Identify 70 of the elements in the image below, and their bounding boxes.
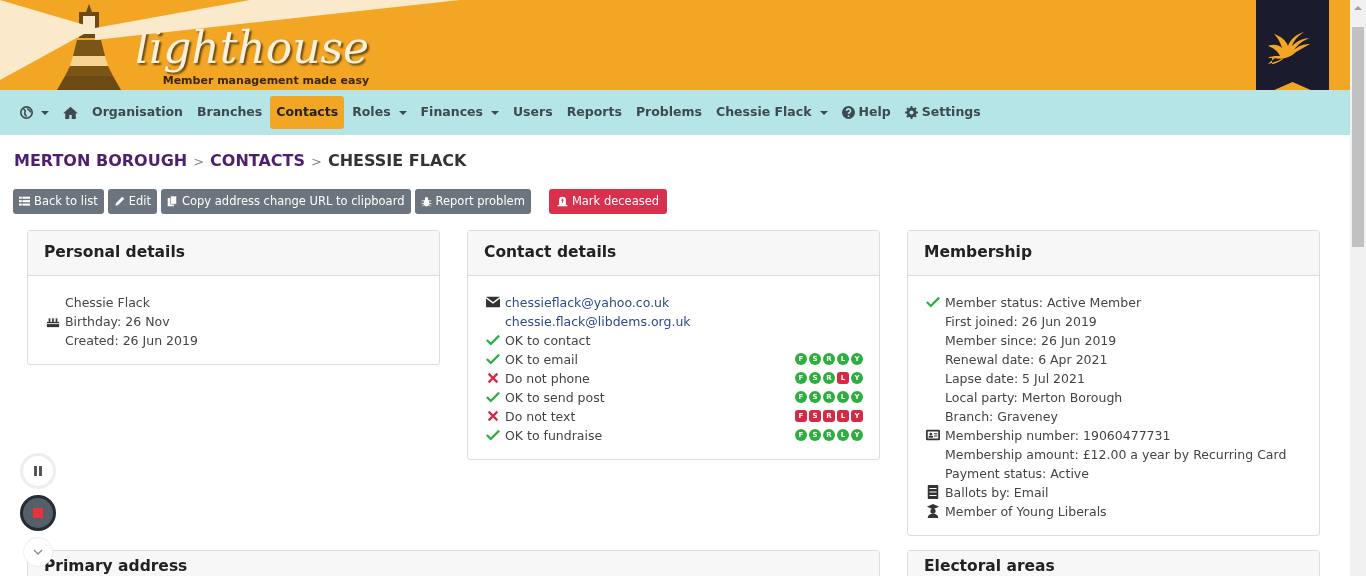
copy-button[interactable]: Copy address change URL to clipboard [160, 189, 411, 215]
preference-text: OK to email [505, 350, 578, 369]
preference-text: OK to fundraise [505, 426, 603, 445]
chevron-down-icon [33, 549, 43, 555]
stop-icon [33, 508, 43, 518]
nav-link[interactable]: Contacts [270, 96, 345, 129]
detail-text: First joined: 26 Jun 2019 [945, 312, 1097, 331]
bug-icon [420, 196, 432, 208]
logo-title: lighthouse [135, 23, 370, 74]
settings-link[interactable]: Settings [898, 96, 987, 129]
logo-tagline: Member management made easy [162, 73, 370, 87]
detail-text: Payment status: Active [945, 464, 1089, 483]
graduate-icon [926, 504, 940, 518]
detail-text: Membership number: 19060477731 [945, 426, 1171, 445]
pause-icon [34, 466, 42, 476]
tombstone-icon [556, 196, 568, 208]
help-icon [841, 106, 855, 119]
detail-text: Membership amount: £12.00 a year by Recurring Card [945, 445, 1287, 464]
detail-text: Member of Young Liberals [945, 502, 1107, 521]
card-header: Membership [908, 231, 1319, 276]
copy-icon [166, 196, 178, 208]
detail-text: Created: 26 Jun 2019 [65, 331, 198, 350]
card-header: Electoral areas [908, 550, 1319, 576]
home-icon [63, 106, 78, 119]
detail-text: Member status: Active Member [945, 293, 1142, 312]
breadcrumb-separator: > [311, 153, 322, 171]
scrollbar-thumb[interactable] [1352, 27, 1364, 247]
stop-recording-button[interactable] [20, 495, 56, 531]
pencil-icon [113, 196, 125, 208]
breadcrumb-separator: > [193, 153, 205, 171]
preference-text: OK to send post [505, 388, 605, 407]
nav-link[interactable]: Branches [191, 96, 269, 129]
detail-text: Member since: 26 Jun 2019 [945, 331, 1117, 350]
breadcrumb-link[interactable]: CONTACTS [210, 149, 306, 173]
nav-link[interactable]: Finances [414, 96, 505, 129]
envelope-icon [486, 295, 500, 309]
report-button[interactable]: Report problem [414, 189, 531, 215]
detail-text: Ballots by: Email [945, 483, 1049, 502]
nav-link[interactable]: Organisation [86, 96, 189, 129]
nav-link[interactable]: Roles [346, 96, 413, 129]
preference-text: Do not phone [505, 369, 590, 388]
id-card-icon [926, 428, 940, 442]
nav-link[interactable]: Reports [560, 96, 628, 129]
detail-text: Renewal date: 6 Apr 2021 [945, 350, 1108, 369]
check-icon [926, 295, 940, 309]
detail-text: Local party: Merton Borough [945, 388, 1123, 407]
help-link[interactable]: Help [835, 96, 897, 129]
nav-link[interactable]: Problems [629, 96, 708, 129]
ballot-icon [926, 485, 940, 499]
back-button[interactable]: Back to list [13, 189, 104, 215]
globe-icon [20, 106, 33, 119]
list-icon [19, 196, 30, 208]
breadcrumb-link[interactable]: MERTON BOROUGH [14, 149, 188, 173]
detail-text: Lapse date: 5 Jul 2021 [945, 369, 1085, 388]
mark-deceased-button[interactable]: Mark deceased [548, 189, 668, 215]
breadcrumb-current: CHESSIE FLACK [327, 150, 467, 172]
preference-text: OK to contact [505, 331, 591, 350]
preference-text: Do not text [505, 407, 576, 426]
card-header: Contact details [468, 231, 879, 276]
detail-text: Branch: Graveney [945, 407, 1058, 426]
nav-link[interactable]: Chessie Flack [709, 96, 834, 129]
nav-link[interactable]: Users [506, 96, 559, 129]
edit-button[interactable]: Edit [107, 189, 157, 215]
detail-text: Chessie Flack [65, 293, 150, 312]
settings-icon [904, 106, 918, 119]
email-link[interactable]: chessieflack@yahoo.co.uk [505, 292, 670, 312]
detail-text: Birthday: 26 Nov [65, 312, 170, 331]
pause-button[interactable] [20, 453, 56, 489]
email-link[interactable]: chessie.flack@libdems.org.uk [505, 311, 691, 331]
card-header: Personal details [28, 231, 439, 276]
